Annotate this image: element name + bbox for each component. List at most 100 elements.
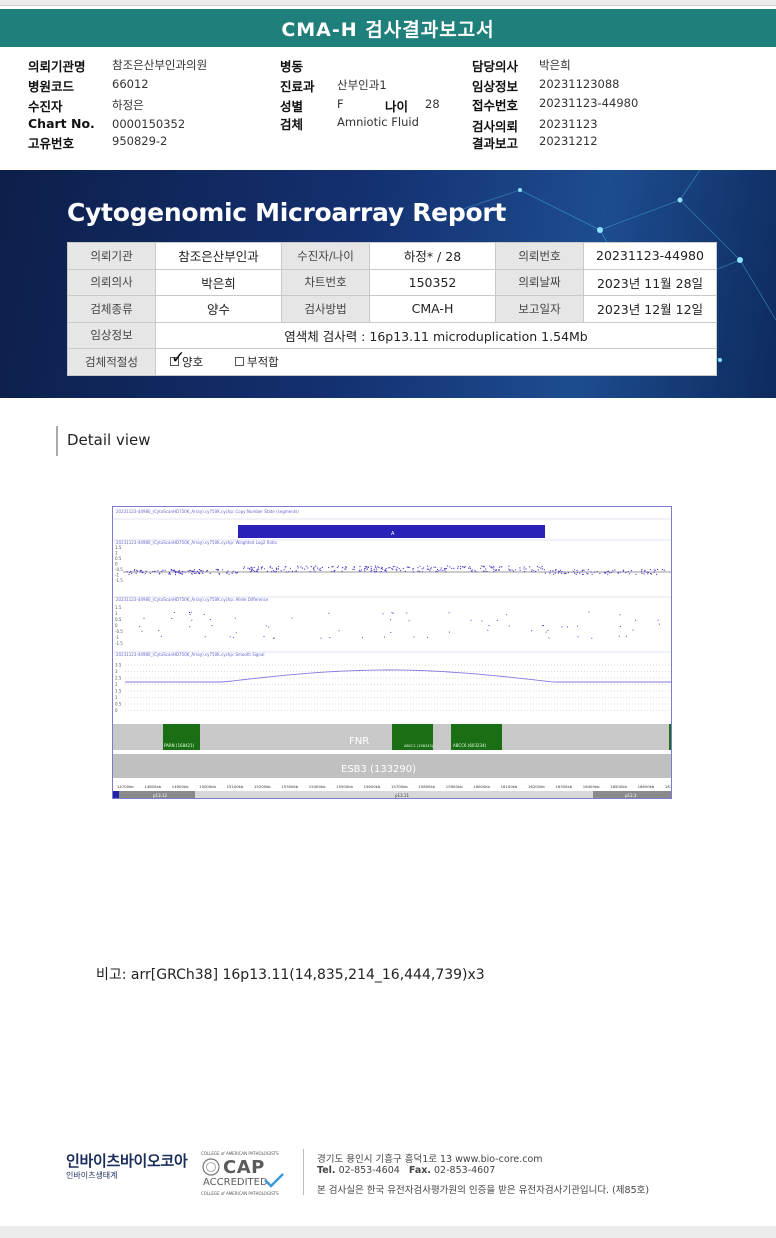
cell-header: 차트번호 (281, 268, 370, 296)
log2-point (358, 569, 360, 571)
log2-point (333, 570, 335, 572)
log2-point (654, 569, 656, 571)
age-value: 28 (425, 97, 440, 111)
tick-label: -1.5 (115, 578, 123, 583)
log2-point (444, 569, 446, 571)
log2-point (559, 571, 561, 573)
log2-point (469, 566, 471, 568)
log2-point (178, 572, 180, 574)
log2-point (493, 566, 495, 568)
position-label: 15300kb (281, 784, 298, 789)
label: 임상정보 (472, 79, 519, 94)
allele-point (448, 612, 450, 614)
allele-point (189, 626, 191, 628)
checkmark-icon: ✓ (171, 348, 186, 369)
track-title: 20231123-44980_(CytoScanHD750K_Array).cy… (116, 540, 277, 545)
log2-point (341, 570, 343, 572)
gene-track-label: FNR (349, 736, 369, 747)
log2-point (289, 567, 291, 569)
log2-point (385, 567, 387, 570)
log2-point (599, 573, 601, 575)
log2-point (591, 573, 593, 575)
tick-label: -0.5 (115, 567, 123, 572)
log2-point (206, 569, 209, 571)
log2-point (162, 569, 164, 571)
log2-point (234, 571, 237, 573)
allele-point (657, 619, 659, 621)
log2-point (243, 567, 245, 569)
log2-point (295, 570, 297, 573)
allele-point (618, 635, 620, 637)
log2-point (480, 567, 482, 569)
log2-point (579, 572, 581, 574)
log2-point (209, 572, 211, 574)
esb-label: ESB3 (133290) (341, 764, 416, 775)
allele-point (588, 611, 590, 613)
log2-point (174, 572, 177, 574)
log2-point (284, 566, 286, 568)
log2-point (663, 569, 665, 571)
log2-point (364, 570, 366, 572)
log2-point (561, 571, 563, 573)
allele-point (632, 629, 634, 631)
cap-accredited: ACCREDITED (203, 1177, 268, 1188)
bottom-divider (0, 1226, 776, 1238)
log2-point (149, 572, 151, 574)
log2-point (484, 570, 486, 572)
log2-point (359, 570, 361, 573)
allele-point (619, 626, 621, 627)
log2-point (590, 571, 592, 573)
allele-point (508, 625, 510, 627)
log2-point (606, 571, 608, 573)
log2-point (389, 566, 391, 569)
log2-point (364, 567, 366, 569)
log2-point (345, 566, 348, 568)
log2-point (377, 566, 379, 568)
position-label: 15100kb (227, 784, 244, 789)
log2-point (574, 569, 576, 571)
allele-point (390, 631, 392, 633)
detail-view-title: Detail view (67, 431, 151, 449)
log2-point (232, 570, 234, 572)
log2-point (248, 568, 251, 570)
allele-point (235, 632, 237, 634)
position-label: 15800kb (418, 784, 435, 789)
cap-word: CAP (223, 1157, 265, 1178)
label: 의뢰기관명 (28, 59, 86, 74)
log2-point (464, 565, 466, 568)
tick-label: 1.5 (115, 545, 122, 550)
log2-point (538, 566, 540, 568)
log2-point (300, 566, 302, 568)
allele-point (141, 630, 143, 632)
log2-point (215, 568, 217, 571)
value: 하정은 (112, 98, 144, 112)
log2-point (184, 571, 186, 573)
cell-header: 검체적절성 (67, 348, 156, 376)
allele-point (338, 630, 340, 632)
cap-top-text: COLLEGE of AMERICAN PATHOLOGISTS (201, 1151, 279, 1156)
log2-point (483, 565, 485, 567)
report-title: Cytogenomic Microarray Report (67, 198, 506, 227)
log2-point (193, 569, 195, 571)
tick-label: 0 (115, 708, 118, 713)
allele-point (191, 619, 193, 621)
log2-point (651, 573, 653, 575)
log2-point (379, 571, 381, 573)
tick-label: 1 (115, 551, 118, 556)
log2-point (459, 568, 462, 570)
cell-value: 참조은산부인과 (155, 242, 282, 270)
log2-point (471, 571, 473, 573)
label: 병원코드 (28, 79, 75, 94)
allele-point (487, 629, 489, 631)
log2-point (145, 570, 147, 572)
log2-point (440, 567, 442, 569)
gene-label: ABCC1 (158343) (404, 744, 434, 748)
log2-point (134, 569, 136, 571)
company-logo-sub: 인바이츠생태계 (66, 1171, 118, 1180)
log2-point (373, 570, 375, 572)
log2-point (596, 571, 598, 573)
position-label: 15200kb (254, 784, 271, 789)
log2-point (345, 568, 347, 570)
cell-header: 검사방법 (281, 295, 370, 323)
log2-point (375, 568, 377, 570)
